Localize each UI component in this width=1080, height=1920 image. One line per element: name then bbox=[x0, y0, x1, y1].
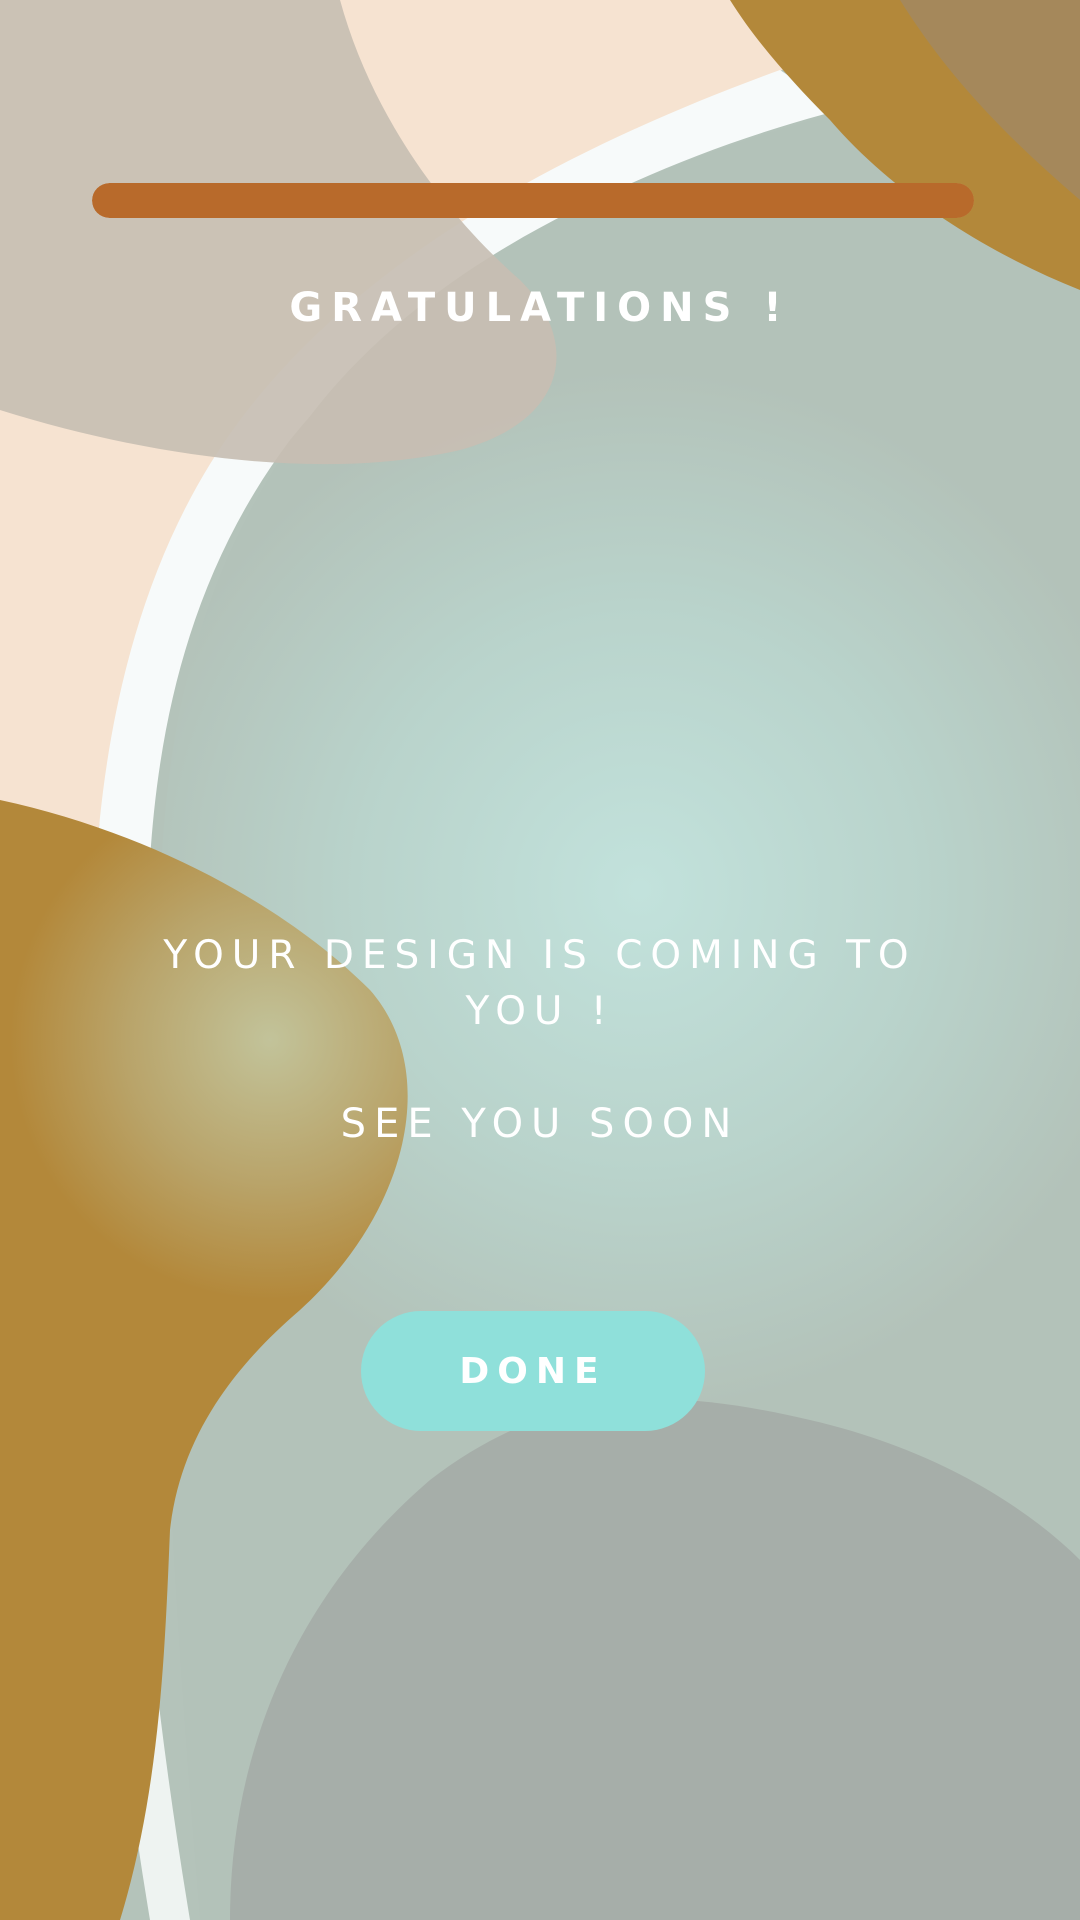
page-title: GRATULATIONS ! bbox=[289, 285, 791, 331]
signoff-text: SEE YOU SOON bbox=[340, 1101, 740, 1147]
progress-bar-fill bbox=[92, 183, 974, 218]
confirmation-screen: GRATULATIONS ! YOUR DESIGN IS COMING TO … bbox=[0, 0, 1080, 1920]
done-button[interactable]: DONE bbox=[361, 1311, 705, 1431]
confirmation-message: YOUR DESIGN IS COMING TO YOU ! bbox=[163, 933, 917, 1034]
progress-bar bbox=[92, 183, 974, 218]
